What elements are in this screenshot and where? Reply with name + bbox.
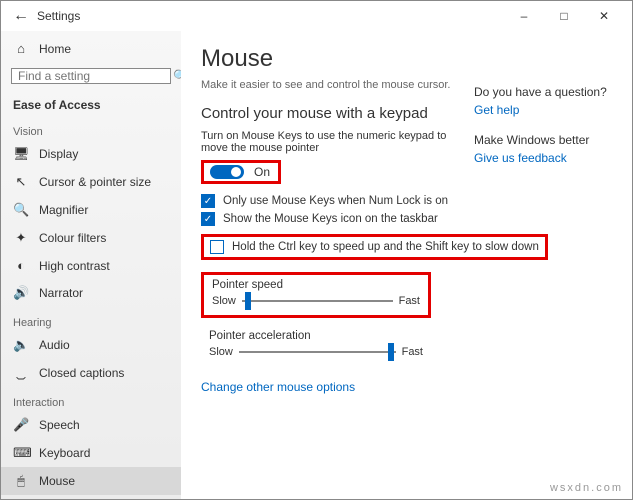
checkbox-ctrl-shift[interactable]: Hold the Ctrl key to speed up and the Sh… — [201, 234, 548, 260]
home-nav[interactable]: ⌂ Home — [1, 35, 181, 62]
pointer-speed-slider[interactable] — [242, 300, 393, 302]
checkbox-numlock[interactable]: ✓ Only use Mouse Keys when Num Lock is o… — [201, 194, 612, 208]
toggle-description: Turn on Mouse Keys to use the numeric ke… — [201, 130, 461, 154]
checkbox-icon: ✓ — [201, 194, 215, 208]
magnifier-icon: 🔍 — [13, 202, 29, 218]
feedback-link[interactable]: Give us feedback — [474, 151, 614, 165]
display-icon: 🖥 — [13, 146, 29, 162]
nav-audio[interactable]: 🔈Audio — [1, 331, 181, 359]
checkbox-taskbar-icon[interactable]: ✓ Show the Mouse Keys icon on the taskba… — [201, 212, 612, 226]
checkbox-icon — [210, 240, 224, 254]
nav-closed-captions[interactable]: ⏡Closed captions — [1, 359, 181, 387]
help-panel: Do you have a question? Get help Make Wi… — [474, 85, 614, 181]
page-title: Mouse — [201, 45, 612, 73]
get-help-link[interactable]: Get help — [474, 103, 614, 117]
mic-icon: 🎤 — [13, 417, 29, 433]
checkbox-icon: ✓ — [201, 212, 215, 226]
group-vision: Vision — [1, 116, 181, 140]
group-interaction: Interaction — [1, 387, 181, 411]
contrast-icon: ◐ — [13, 258, 29, 273]
watermark: wsxdn.com — [550, 482, 623, 494]
search-icon: 🔍 — [173, 69, 181, 83]
search-field[interactable] — [18, 69, 173, 83]
narrator-icon: 🔊 — [13, 285, 29, 301]
nav-display[interactable]: 🖥Display — [1, 140, 181, 168]
main-content: Mouse Make it easier to see and control … — [181, 31, 632, 499]
mouse-icon: 🖱 — [13, 473, 29, 489]
slider-low-label: Slow — [209, 346, 233, 358]
feedback-heading: Make Windows better — [474, 133, 614, 147]
close-button[interactable]: ✕ — [584, 1, 624, 31]
pointer-accel-title: Pointer acceleration — [209, 330, 423, 342]
pointer-accel-block: Pointer acceleration Slow Fast — [201, 326, 431, 366]
slider-high-label: Fast — [402, 346, 423, 358]
nav-colour-filters[interactable]: ✦Colour filters — [1, 224, 181, 252]
pointer-speed-title: Pointer speed — [212, 279, 420, 291]
slider-low-label: Slow — [212, 295, 236, 307]
palette-icon: ✦ — [13, 230, 29, 246]
sidebar: ⌂ Home 🔍 Ease of Access Vision 🖥Display … — [1, 31, 181, 499]
keyboard-icon: ⌨ — [13, 445, 29, 461]
cc-icon: ⏡ — [13, 365, 29, 381]
cursor-icon: ↖ — [13, 174, 29, 190]
pointer-accel-slider[interactable] — [239, 351, 396, 353]
minimize-button[interactable]: – — [504, 1, 544, 31]
question-label: Do you have a question? — [474, 85, 614, 99]
nav-narrator[interactable]: 🔊Narrator — [1, 279, 181, 307]
search-input[interactable]: 🔍 — [11, 68, 171, 84]
other-mouse-options-link[interactable]: Change other mouse options — [201, 380, 612, 394]
nav-cursor-pointer[interactable]: ↖Cursor & pointer size — [1, 168, 181, 196]
home-icon: ⌂ — [13, 41, 29, 56]
home-label: Home — [39, 42, 71, 56]
toggle-state-label: On — [254, 165, 270, 179]
nav-magnifier[interactable]: 🔍Magnifier — [1, 196, 181, 224]
mouse-keys-toggle[interactable]: On — [201, 160, 281, 184]
nav-mouse[interactable]: 🖱Mouse — [1, 467, 181, 495]
back-icon[interactable]: ← — [9, 7, 33, 25]
category-label: Ease of Access — [1, 90, 181, 116]
window-title: Settings — [37, 9, 80, 23]
group-hearing: Hearing — [1, 307, 181, 331]
toggle-switch[interactable] — [210, 165, 244, 179]
pointer-speed-block: Pointer speed Slow Fast — [201, 272, 431, 318]
nav-high-contrast[interactable]: ◐High contrast — [1, 252, 181, 279]
slider-high-label: Fast — [399, 295, 420, 307]
maximize-button[interactable]: □ — [544, 1, 584, 31]
audio-icon: 🔈 — [13, 337, 29, 353]
nav-keyboard[interactable]: ⌨Keyboard — [1, 439, 181, 467]
nav-speech[interactable]: 🎤Speech — [1, 411, 181, 439]
